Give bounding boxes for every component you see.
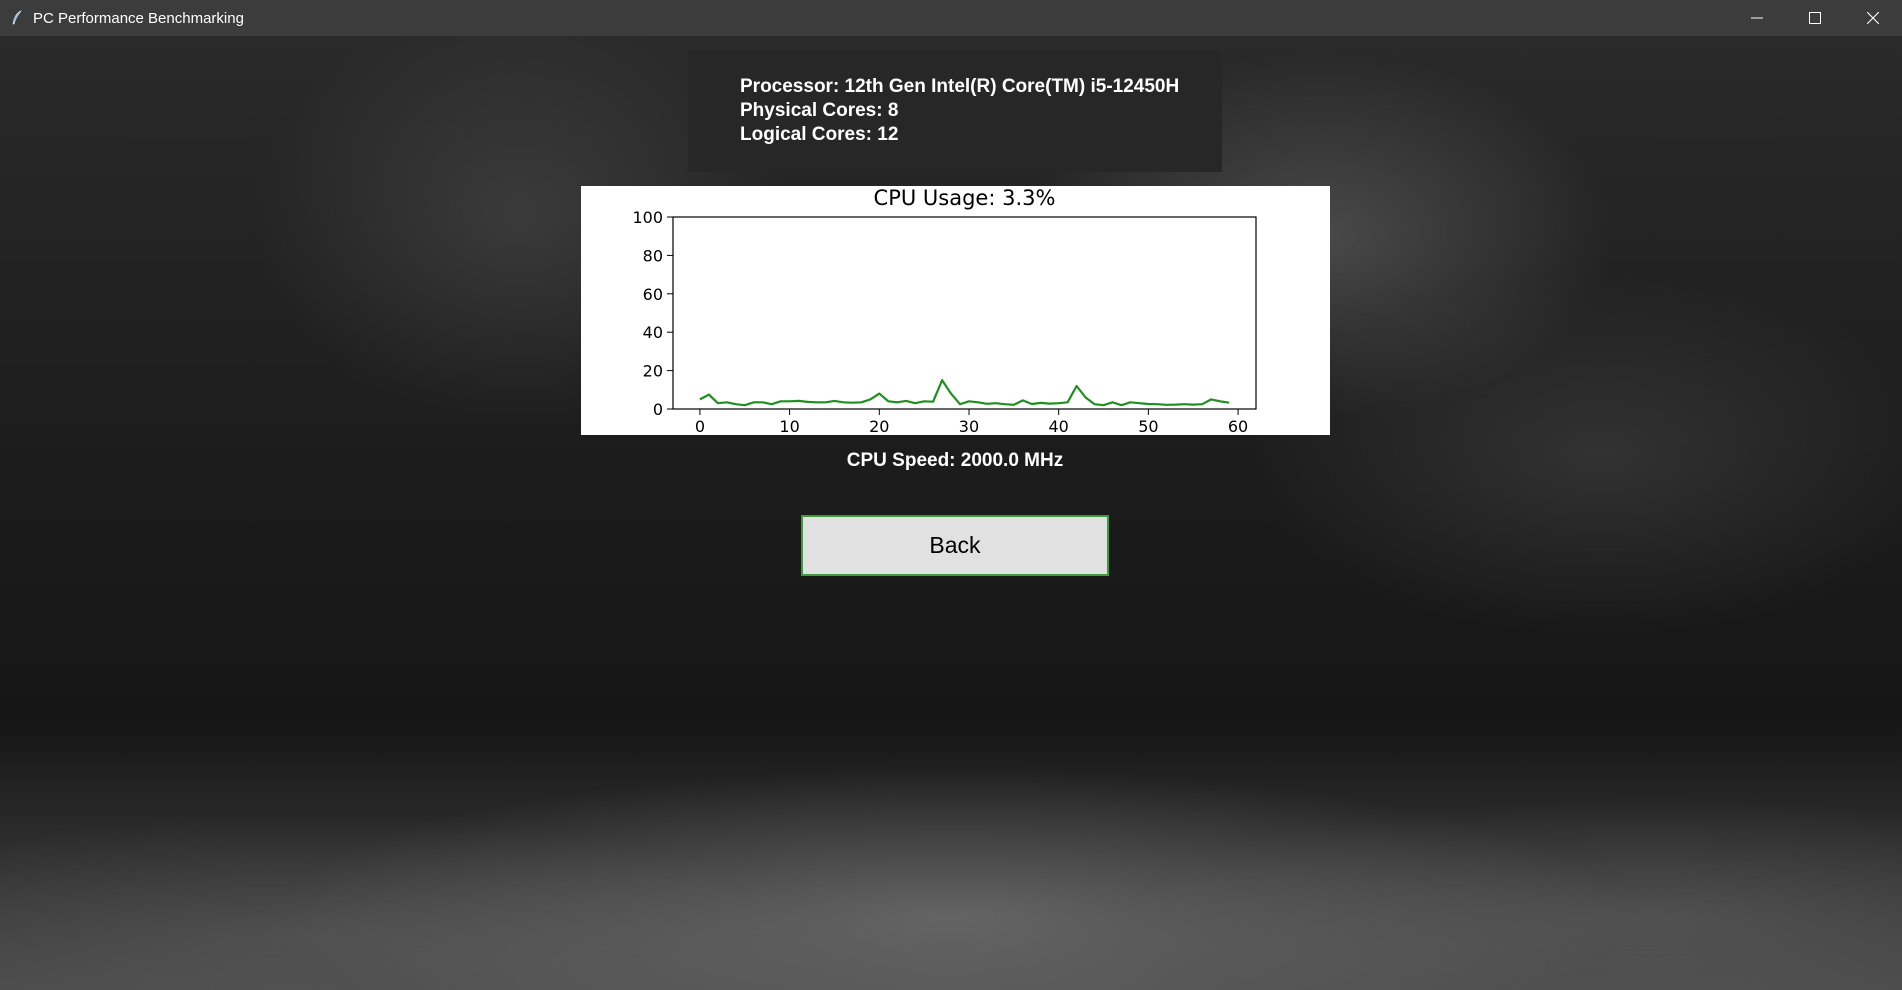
cpu-info-panel: Processor: 12th Gen Intel(R) Core(TM) i5… xyxy=(688,50,1222,172)
cpu-usage-chart: CPU Usage: 3.3% 0 20 40 60 80 100 0 10 20 30 40 50 60 xyxy=(581,186,1330,435)
y-tick-label: 80 xyxy=(643,246,663,265)
x-tick-label: 30 xyxy=(959,417,979,435)
cpu-usage-chart-svg: CPU Usage: 3.3% 0 20 40 60 80 100 0 10 20 30 40 50 60 xyxy=(632,186,1257,435)
minimize-icon xyxy=(1751,17,1763,19)
cpu-usage-series-line xyxy=(699,379,1230,407)
feather-icon xyxy=(9,10,25,26)
x-tick-label: 40 xyxy=(1048,417,1068,435)
x-tick-label: 0 xyxy=(695,417,705,435)
close-button[interactable] xyxy=(1844,0,1902,36)
back-button[interactable]: Back xyxy=(801,515,1109,576)
y-tick-label: 0 xyxy=(653,400,663,419)
y-tick-label: 60 xyxy=(643,285,663,304)
window-controls xyxy=(1728,0,1902,36)
processor-label: Processor: 12th Gen Intel(R) Core(TM) i5… xyxy=(740,76,1180,97)
x-tick-label: 60 xyxy=(1228,417,1248,435)
background-image xyxy=(0,36,1902,990)
title-bar[interactable]: PC Performance Benchmarking xyxy=(0,0,1902,36)
physical-cores-label: Physical Cores: 8 xyxy=(740,100,899,121)
maximize-button[interactable] xyxy=(1786,0,1844,36)
cpu-speed-label: CPU Speed: 2000.0 MHz xyxy=(846,450,1064,471)
close-icon xyxy=(1867,12,1879,24)
x-tick-label: 10 xyxy=(779,417,799,435)
y-tick-label: 100 xyxy=(632,208,663,227)
minimize-button[interactable] xyxy=(1728,0,1786,36)
plot-frame xyxy=(672,216,1257,410)
maximize-icon xyxy=(1809,12,1821,24)
logical-cores-label: Logical Cores: 12 xyxy=(740,124,899,145)
y-tick-label: 20 xyxy=(643,362,663,381)
window-title: PC Performance Benchmarking xyxy=(33,9,244,27)
y-tick-label: 40 xyxy=(643,323,663,342)
x-tick-label: 50 xyxy=(1138,417,1158,435)
chart-title: CPU Usage: 3.3% xyxy=(874,186,1056,210)
x-tick-label: 20 xyxy=(869,417,889,435)
app-window: PC Performance Benchmarking Processor: 1… xyxy=(0,0,1902,990)
